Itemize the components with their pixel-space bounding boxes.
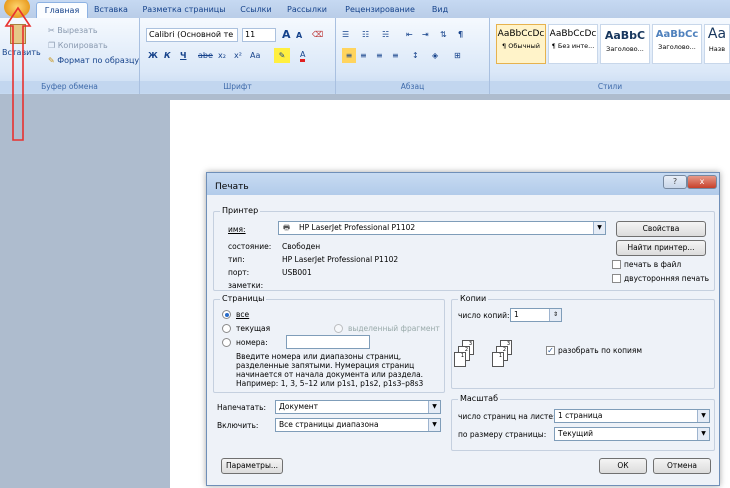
ok-button[interactable]: ОК — [599, 458, 647, 474]
page-numbers-input[interactable] — [286, 335, 370, 349]
all-pages-label: все — [236, 310, 250, 319]
print-to-file-checkbox[interactable] — [612, 260, 621, 269]
close-button[interactable]: x — [687, 175, 717, 189]
pages-hint-2: разделенные запятыми. Нумерация страниц — [236, 361, 415, 370]
pages-legend: Страницы — [220, 294, 267, 303]
pages-per-sheet-label: число страниц на листе: — [458, 412, 556, 421]
include-label: Включить: — [217, 421, 259, 430]
scale-to-paper-label: по размеру страницы: — [458, 430, 547, 439]
help-button[interactable]: ? — [663, 175, 687, 189]
properties-button[interactable]: Свойства — [616, 221, 706, 237]
printer-section: Принтер имя: 🖶 HP LaserJet Professional … — [213, 206, 715, 291]
copies-count-input[interactable]: 1 ⇕ — [510, 308, 562, 322]
up-arrow-annotation — [4, 6, 32, 141]
pages-hint-4: Например: 1, 3, 5–12 или p1s1, p1s2, p1s… — [236, 379, 424, 388]
printer-name-label: имя: — [228, 225, 246, 234]
port-label: порт: — [228, 268, 250, 277]
chevron-down-icon: ▼ — [697, 410, 709, 422]
collate-checkbox[interactable]: ✓ — [546, 346, 555, 355]
options-button[interactable]: Параметры... — [221, 458, 283, 474]
duplex-checkbox[interactable] — [612, 274, 621, 283]
pages-section: Страницы все текущая выделенный фрагмент… — [213, 294, 445, 393]
notes-label: заметки: — [228, 281, 264, 290]
pages-hint-1: Введите номера или диапазоны страниц, — [236, 352, 402, 361]
chevron-down-icon: ▼ — [593, 222, 605, 234]
print-dialog: Печать ? x Принтер имя: 🖶 HP LaserJet Pr… — [206, 172, 720, 486]
zoom-section: Масштаб число страниц на листе: 1 страни… — [451, 394, 715, 451]
spin-icon[interactable]: ⇕ — [549, 309, 561, 321]
copies-legend: Копии — [458, 294, 489, 303]
pages-hint-3: начинается от начала документа или разде… — [236, 370, 424, 379]
selection-label: выделенный фрагмент — [348, 324, 440, 333]
status-label: состояние: — [228, 242, 272, 251]
copies-count-label: число копий: — [458, 311, 510, 320]
printer-icon: 🖶 — [283, 223, 291, 232]
collate-page-icon: 1 — [454, 352, 466, 367]
find-printer-button[interactable]: Найти принтер... — [616, 240, 706, 256]
current-page-label: текущая — [236, 324, 271, 333]
type-label: тип: — [228, 255, 245, 264]
port-value: USB001 — [282, 268, 312, 277]
collate-label: разобрать по копиям — [558, 346, 643, 355]
scale-to-paper-select[interactable]: Текущий ▼ — [554, 427, 710, 441]
chevron-down-icon: ▼ — [428, 401, 440, 413]
current-page-radio[interactable] — [222, 324, 231, 333]
print-what-label: Напечатать: — [217, 403, 267, 412]
include-select[interactable]: Все страницы диапазона ▼ — [275, 418, 441, 432]
zoom-legend: Масштаб — [458, 394, 501, 403]
duplex-label: двусторонняя печать — [624, 274, 710, 283]
type-value: HP LaserJet Professional P1102 — [282, 255, 399, 264]
print-to-file-label: печать в файл — [624, 260, 682, 269]
dialog-title: Печать — [207, 173, 719, 195]
status-value: Свободен — [282, 242, 321, 251]
printer-legend: Принтер — [220, 206, 261, 215]
all-pages-radio[interactable] — [222, 310, 231, 319]
page-numbers-label: номера: — [236, 338, 268, 347]
chevron-down-icon: ▼ — [428, 419, 440, 431]
cancel-button[interactable]: Отмена — [653, 458, 711, 474]
chevron-down-icon: ▼ — [697, 428, 709, 440]
page-numbers-radio[interactable] — [222, 338, 231, 347]
print-what-select[interactable]: Документ ▼ — [275, 400, 441, 414]
pages-per-sheet-select[interactable]: 1 страница ▼ — [554, 409, 710, 423]
selection-radio[interactable] — [334, 324, 343, 333]
printer-name-select[interactable]: 🖶 HP LaserJet Professional P1102 ▼ — [278, 221, 606, 235]
copies-section: Копии число копий: 1 ⇕ 3 2 1 3 2 1 ✓ разо… — [451, 294, 715, 389]
collate-page-icon: 1 — [492, 352, 504, 367]
